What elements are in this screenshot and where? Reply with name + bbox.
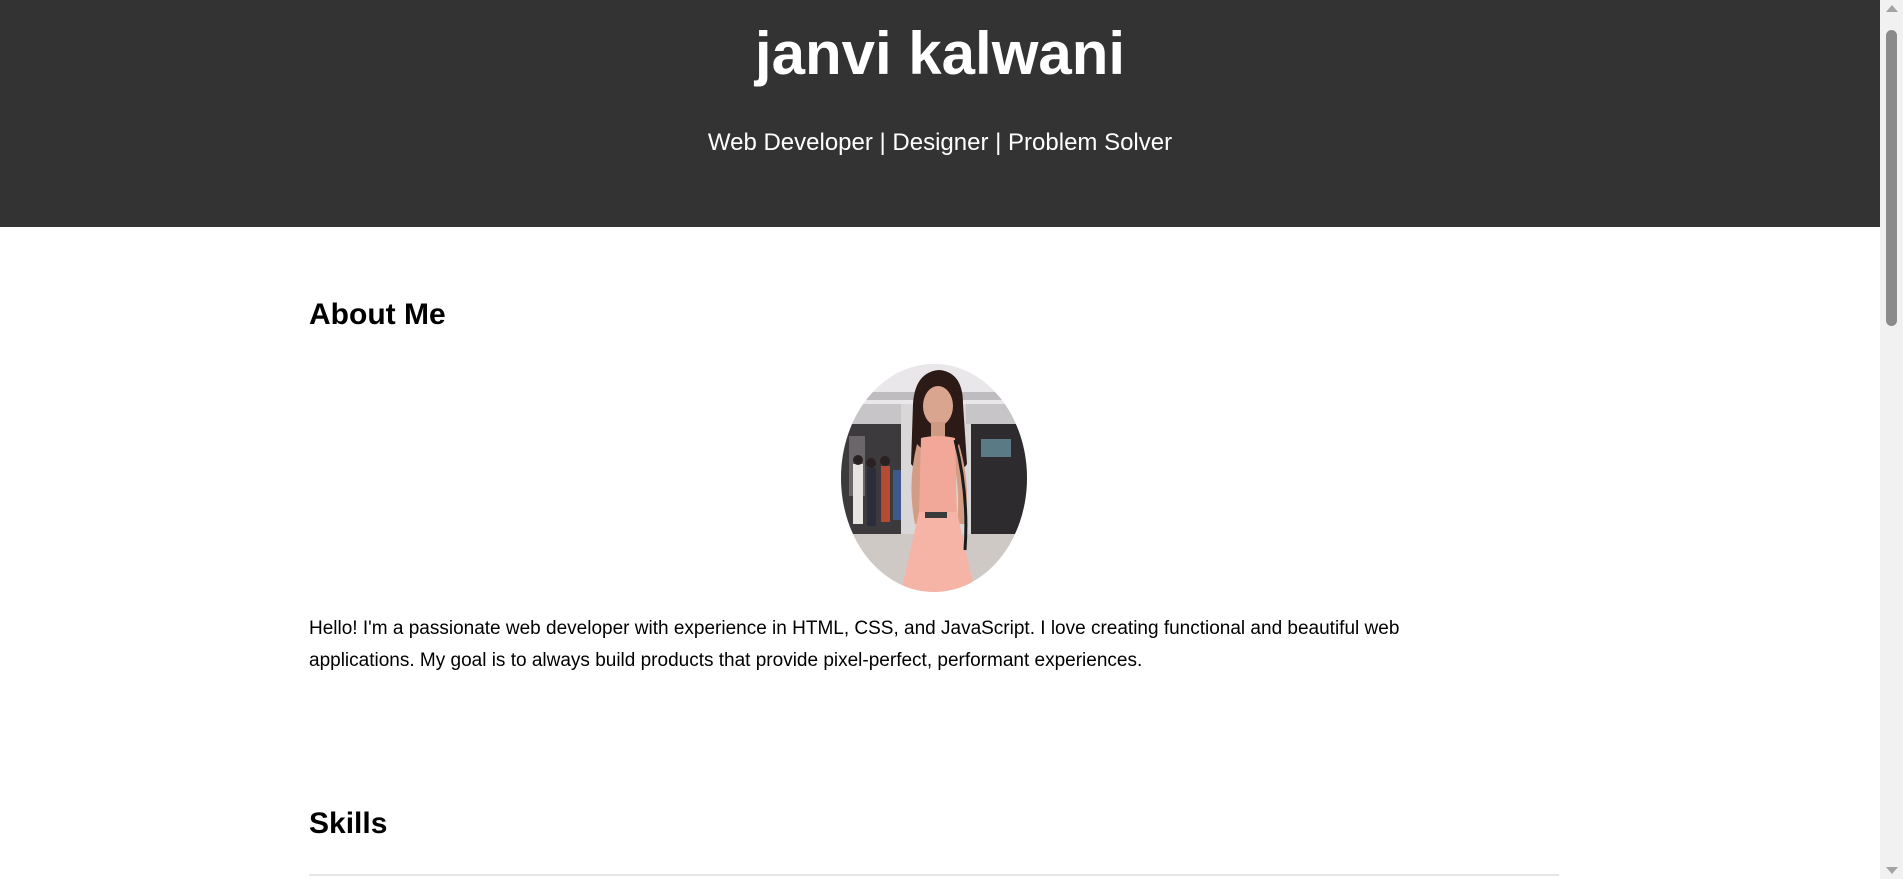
about-heading: About Me [309, 298, 446, 331]
arrow-up-icon [1885, 5, 1898, 12]
page-viewport: janvi kalwani Web Developer | Designer |… [0, 0, 1880, 879]
about-text: Hello! I'm a passionate web developer wi… [309, 618, 1400, 671]
page: janvi kalwani Web Developer | Designer |… [0, 0, 1903, 879]
site-title: janvi kalwani [754, 20, 1126, 87]
skills-heading: Skills [309, 807, 388, 840]
hero-header: janvi kalwani Web Developer | Designer |… [0, 0, 1880, 227]
vertical-scrollbar[interactable] [1880, 0, 1903, 879]
tagline: Web Developer | Designer | Problem Solve… [707, 129, 1173, 156]
arrow-down-icon [1885, 867, 1898, 874]
profile-photo [841, 364, 1027, 592]
scroll-down-button[interactable] [1880, 862, 1903, 879]
skills-divider [309, 874, 1559, 876]
scrollbar-thumb[interactable] [1886, 30, 1897, 326]
scroll-up-button[interactable] [1880, 0, 1903, 17]
